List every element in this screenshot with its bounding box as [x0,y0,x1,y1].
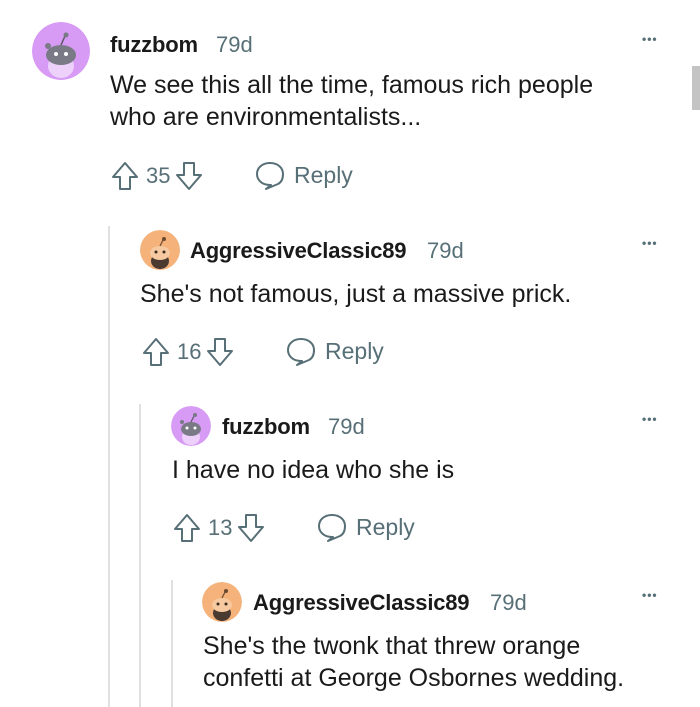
comment-body: She's the twonk that threw orange confet… [203,630,624,694]
more-options-icon[interactable]: ••• [642,588,658,602]
comment-body-line: She's the twonk that threw orange [203,632,581,660]
comment-body-line: confetti at George Osbornes wedding. [203,664,625,692]
comment-age: 79d [490,590,527,615]
username[interactable]: AggressiveClassic89 [253,590,470,616]
snoo-avatar-icon [202,582,242,622]
avatar[interactable] [202,582,242,622]
comment-4: AggressiveClassic89 79d ••• She's the tw… [0,0,700,707]
